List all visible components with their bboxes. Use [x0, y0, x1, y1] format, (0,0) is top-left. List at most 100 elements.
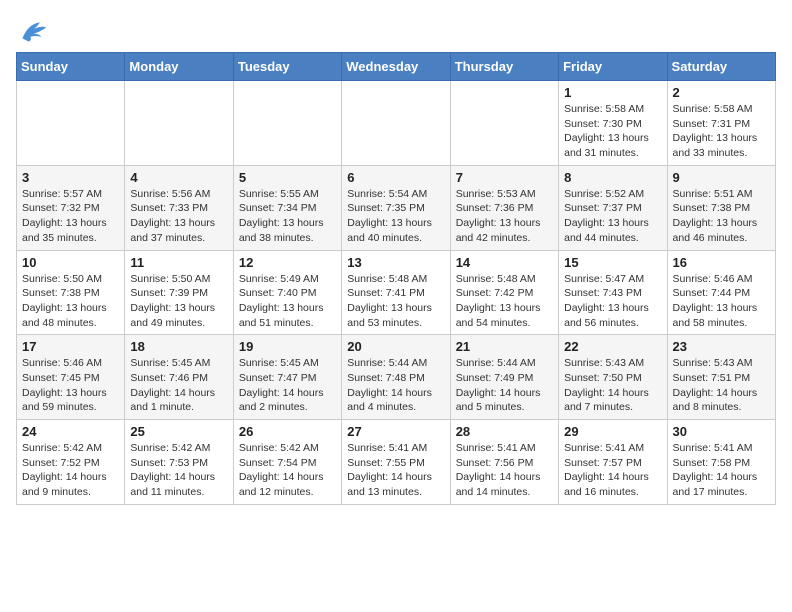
- day-info: Sunrise: 5:41 AMSunset: 7:55 PMDaylight:…: [347, 441, 444, 500]
- day-info: Sunrise: 5:46 AMSunset: 7:45 PMDaylight:…: [22, 356, 119, 415]
- calendar-cell: 26 Sunrise: 5:42 AMSunset: 7:54 PMDayligh…: [233, 420, 341, 505]
- day-info: Sunrise: 5:47 AMSunset: 7:43 PMDaylight:…: [564, 272, 661, 331]
- day-info: Sunrise: 5:44 AMSunset: 7:49 PMDaylight:…: [456, 356, 553, 415]
- day-info: Sunrise: 5:41 AMSunset: 7:56 PMDaylight:…: [456, 441, 553, 500]
- page-header: [16, 16, 776, 44]
- calendar-cell: 27 Sunrise: 5:41 AMSunset: 7:55 PMDayligh…: [342, 420, 450, 505]
- calendar-cell: 30 Sunrise: 5:41 AMSunset: 7:58 PMDayligh…: [667, 420, 775, 505]
- day-info: Sunrise: 5:55 AMSunset: 7:34 PMDaylight:…: [239, 187, 336, 246]
- calendar-week-row: 17 Sunrise: 5:46 AMSunset: 7:45 PMDayligh…: [17, 335, 776, 420]
- calendar-cell: [233, 81, 341, 166]
- calendar-cell: 23 Sunrise: 5:43 AMSunset: 7:51 PMDayligh…: [667, 335, 775, 420]
- calendar-cell: 5Sunrise: 5:55 AMSunset: 7:34 PMDaylight…: [233, 165, 341, 250]
- calendar-cell: 15Sunrise: 5:47 AMSunset: 7:43 PMDayligh…: [559, 250, 667, 335]
- day-info: Sunrise: 5:58 AMSunset: 7:31 PMDaylight:…: [673, 102, 770, 161]
- calendar-week-row: 3 Sunrise: 5:57 AMSunset: 7:32 PMDaylight…: [17, 165, 776, 250]
- calendar-week-row: 10 Sunrise: 5:50 AMSunset: 7:38 PMDayligh…: [17, 250, 776, 335]
- day-number: 12: [239, 255, 336, 270]
- calendar-cell: 8Sunrise: 5:52 AMSunset: 7:37 PMDaylight…: [559, 165, 667, 250]
- calendar-cell: 9 Sunrise: 5:51 AMSunset: 7:38 PMDaylight…: [667, 165, 775, 250]
- day-info: Sunrise: 5:46 AMSunset: 7:44 PMDaylight:…: [673, 272, 770, 331]
- calendar-cell: 13 Sunrise: 5:48 AMSunset: 7:41 PMDayligh…: [342, 250, 450, 335]
- calendar-cell: 3 Sunrise: 5:57 AMSunset: 7:32 PMDaylight…: [17, 165, 125, 250]
- day-info: Sunrise: 5:41 AMSunset: 7:58 PMDaylight:…: [673, 441, 770, 500]
- calendar-cell: 4 Sunrise: 5:56 AMSunset: 7:33 PMDaylight…: [125, 165, 233, 250]
- day-info: Sunrise: 5:45 AMSunset: 7:47 PMDaylight:…: [239, 356, 336, 415]
- calendar-cell: 24 Sunrise: 5:42 AMSunset: 7:52 PMDayligh…: [17, 420, 125, 505]
- calendar-cell: 29 Sunrise: 5:41 AMSunset: 7:57 PMDayligh…: [559, 420, 667, 505]
- calendar-cell: 14 Sunrise: 5:48 AMSunset: 7:42 PMDayligh…: [450, 250, 558, 335]
- day-info: Sunrise: 5:50 AMSunset: 7:39 PMDaylight:…: [130, 272, 227, 331]
- calendar-cell: 20Sunrise: 5:44 AMSunset: 7:48 PMDayligh…: [342, 335, 450, 420]
- day-number: 3: [22, 170, 119, 185]
- day-info: Sunrise: 5:58 AMSunset: 7:30 PMDaylight:…: [564, 102, 661, 161]
- day-info: Sunrise: 5:56 AMSunset: 7:33 PMDaylight:…: [130, 187, 227, 246]
- calendar-cell: [342, 81, 450, 166]
- day-info: Sunrise: 5:43 AMSunset: 7:51 PMDaylight:…: [673, 356, 770, 415]
- calendar-cell: 2 Sunrise: 5:58 AMSunset: 7:31 PMDaylight…: [667, 81, 775, 166]
- header-monday: Monday: [125, 53, 233, 81]
- calendar-cell: [125, 81, 233, 166]
- calendar-cell: 18 Sunrise: 5:45 AMSunset: 7:46 PMDayligh…: [125, 335, 233, 420]
- header-wednesday: Wednesday: [342, 53, 450, 81]
- calendar-cell: 12 Sunrise: 5:49 AMSunset: 7:40 PMDayligh…: [233, 250, 341, 335]
- calendar-week-row: 1 Sunrise: 5:58 AMSunset: 7:30 PMDaylight…: [17, 81, 776, 166]
- calendar-cell: 11 Sunrise: 5:50 AMSunset: 7:39 PMDayligh…: [125, 250, 233, 335]
- day-number: 23: [673, 339, 770, 354]
- day-number: 13: [347, 255, 444, 270]
- header-tuesday: Tuesday: [233, 53, 341, 81]
- day-info: Sunrise: 5:50 AMSunset: 7:38 PMDaylight:…: [22, 272, 119, 331]
- calendar-cell: 22 Sunrise: 5:43 AMSunset: 7:50 PMDayligh…: [559, 335, 667, 420]
- day-number: 18: [130, 339, 227, 354]
- day-info: Sunrise: 5:53 AMSunset: 7:36 PMDaylight:…: [456, 187, 553, 246]
- calendar-cell: 21 Sunrise: 5:44 AMSunset: 7:49 PMDayligh…: [450, 335, 558, 420]
- header-friday: Friday: [559, 53, 667, 81]
- day-number: 11: [130, 255, 227, 270]
- day-info: Sunrise: 5:42 AMSunset: 7:52 PMDaylight:…: [22, 441, 119, 500]
- day-number: 25: [130, 424, 227, 439]
- calendar-cell: 17 Sunrise: 5:46 AMSunset: 7:45 PMDayligh…: [17, 335, 125, 420]
- day-number: 20: [347, 339, 444, 354]
- day-info: Sunrise: 5:57 AMSunset: 7:32 PMDaylight:…: [22, 187, 119, 246]
- calendar-cell: [17, 81, 125, 166]
- day-number: 30: [673, 424, 770, 439]
- calendar-header-row: SundayMondayTuesdayWednesdayThursdayFrid…: [17, 53, 776, 81]
- header-thursday: Thursday: [450, 53, 558, 81]
- day-info: Sunrise: 5:45 AMSunset: 7:46 PMDaylight:…: [130, 356, 227, 415]
- calendar-cell: 25 Sunrise: 5:42 AMSunset: 7:53 PMDayligh…: [125, 420, 233, 505]
- day-info: Sunrise: 5:51 AMSunset: 7:38 PMDaylight:…: [673, 187, 770, 246]
- day-number: 16: [673, 255, 770, 270]
- day-number: 14: [456, 255, 553, 270]
- day-number: 24: [22, 424, 119, 439]
- day-number: 10: [22, 255, 119, 270]
- calendar-cell: 28 Sunrise: 5:41 AMSunset: 7:56 PMDayligh…: [450, 420, 558, 505]
- day-number: 21: [456, 339, 553, 354]
- day-number: 9: [673, 170, 770, 185]
- day-info: Sunrise: 5:49 AMSunset: 7:40 PMDaylight:…: [239, 272, 336, 331]
- day-number: 17: [22, 339, 119, 354]
- day-number: 22: [564, 339, 661, 354]
- day-number: 26: [239, 424, 336, 439]
- day-info: Sunrise: 5:41 AMSunset: 7:57 PMDaylight:…: [564, 441, 661, 500]
- day-info: Sunrise: 5:48 AMSunset: 7:42 PMDaylight:…: [456, 272, 553, 331]
- day-info: Sunrise: 5:42 AMSunset: 7:54 PMDaylight:…: [239, 441, 336, 500]
- day-number: 1: [564, 85, 661, 100]
- day-number: 29: [564, 424, 661, 439]
- calendar-cell: 7 Sunrise: 5:53 AMSunset: 7:36 PMDaylight…: [450, 165, 558, 250]
- calendar-cell: 16 Sunrise: 5:46 AMSunset: 7:44 PMDayligh…: [667, 250, 775, 335]
- day-info: Sunrise: 5:42 AMSunset: 7:53 PMDaylight:…: [130, 441, 227, 500]
- day-number: 2: [673, 85, 770, 100]
- header-saturday: Saturday: [667, 53, 775, 81]
- day-info: Sunrise: 5:54 AMSunset: 7:35 PMDaylight:…: [347, 187, 444, 246]
- day-number: 7: [456, 170, 553, 185]
- calendar-table: SundayMondayTuesdayWednesdayThursdayFrid…: [16, 52, 776, 505]
- calendar-cell: 19Sunrise: 5:45 AMSunset: 7:47 PMDayligh…: [233, 335, 341, 420]
- logo: [16, 16, 52, 44]
- day-number: 27: [347, 424, 444, 439]
- day-info: Sunrise: 5:48 AMSunset: 7:41 PMDaylight:…: [347, 272, 444, 331]
- day-info: Sunrise: 5:43 AMSunset: 7:50 PMDaylight:…: [564, 356, 661, 415]
- day-number: 28: [456, 424, 553, 439]
- day-number: 4: [130, 170, 227, 185]
- calendar-cell: 10 Sunrise: 5:50 AMSunset: 7:38 PMDayligh…: [17, 250, 125, 335]
- header-sunday: Sunday: [17, 53, 125, 81]
